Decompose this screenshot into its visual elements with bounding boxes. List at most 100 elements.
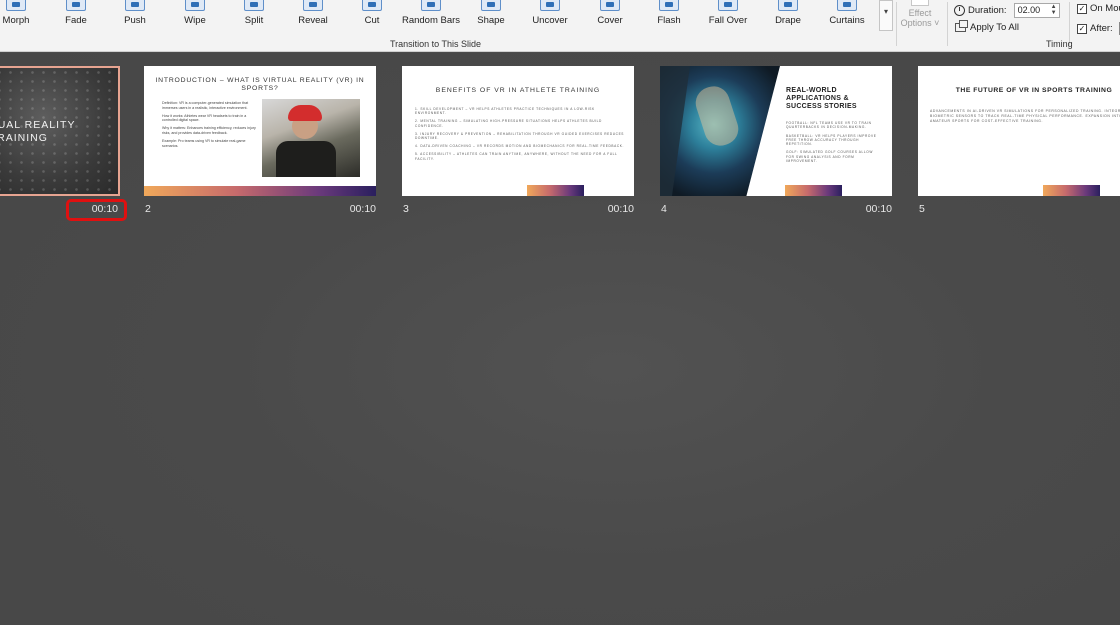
random-bars-icon <box>421 0 441 11</box>
duration-spinner-icon[interactable]: ▲ ▼ <box>1051 4 1057 16</box>
transition-label: Push <box>124 15 146 26</box>
effect-options-icon <box>911 0 929 6</box>
effect-options-label-1: Effect <box>908 8 932 18</box>
apply-to-all-icon <box>955 20 968 32</box>
slide-paragraph: Definition: VR is a computer-generated s… <box>162 101 249 110</box>
transition-cut[interactable]: Cut <box>344 0 400 30</box>
slide-title-line: SUCCESS STORIES <box>786 103 857 110</box>
on-mouse-click-checkbox[interactable]: ✓ On Mou <box>1077 3 1120 14</box>
transition-fall-over[interactable]: Fall Over <box>700 0 756 30</box>
slide-title: THE FUTURE OF VR IN SPORTS TRAINING <box>955 87 1113 94</box>
transitions-ribbon: Morph Fade Push Wipe Split Reveal Cut Ra… <box>0 0 1120 52</box>
transition-wipe[interactable]: Wipe <box>167 0 223 30</box>
slide-thumbnail-1[interactable]: IRTUAL REALITY E TRAINING <box>0 66 120 196</box>
slide-body: Definition: VR is a computer-generated s… <box>162 101 258 151</box>
split-icon <box>244 0 264 11</box>
uncover-icon <box>540 0 560 11</box>
transition-cover[interactable]: Cover <box>582 0 638 30</box>
timing-group-label: Timing <box>1046 39 1073 49</box>
transition-label: Cut <box>364 15 380 26</box>
ribbon-divider <box>896 2 897 46</box>
gallery-more-button[interactable]: ▾ <box>879 0 893 31</box>
transition-shape[interactable]: Shape <box>463 0 519 30</box>
slide-title-line: REAL-WORLD <box>786 87 837 94</box>
duration-label: Duration: <box>968 4 1007 16</box>
transition-label: Morph <box>2 15 30 26</box>
transition-split[interactable]: Split <box>226 0 282 30</box>
apply-to-all-button[interactable]: Apply To All <box>955 20 1019 33</box>
effect-options-button[interactable]: Effect Options ˅ <box>900 0 940 28</box>
slide-number-5: 5 <box>919 203 925 215</box>
ribbon-divider <box>947 2 948 46</box>
apply-to-all-label: Apply To All <box>970 22 1019 33</box>
transition-label: Fall Over <box>708 15 748 26</box>
transition-label: Fade <box>65 15 87 26</box>
slide-body: 1. SKILL DEVELOPMENT – VR HELPS ATHLETES… <box>415 107 625 165</box>
slide-gradient-bar <box>1043 185 1100 196</box>
transition-label: Reveal <box>298 15 328 26</box>
transition-curtains[interactable]: Curtains <box>819 0 875 30</box>
on-mouse-click-label: On Mou <box>1090 3 1120 14</box>
annotation-highlight-box <box>66 199 127 221</box>
shape-icon <box>481 0 501 11</box>
slide-title-line: E TRAINING <box>0 132 48 144</box>
reveal-icon <box>303 0 323 11</box>
slide-thumbnail-4[interactable]: REAL-WORLD APPLICATIONS & SUCCESS STORIE… <box>660 66 892 196</box>
fall-over-icon <box>718 0 738 11</box>
after-label: After: <box>1090 23 1113 34</box>
transition-label: Drape <box>775 15 801 26</box>
slide-body: ADVANCEMENTS IN AI-DRIVEN VR SIMULATIONS… <box>930 109 1120 123</box>
effect-options-label-2: Options ˅ <box>900 18 940 28</box>
slide-bullet: 1. SKILL DEVELOPMENT – VR HELPS ATHLETES… <box>415 107 595 116</box>
slide-paragraph: Example: Pro teams using VR to simulate … <box>162 138 246 148</box>
transition-uncover[interactable]: Uncover <box>522 0 578 30</box>
cover-icon <box>600 0 620 11</box>
slide-photo-athlete-vr <box>262 99 360 177</box>
transition-push[interactable]: Push <box>107 0 163 30</box>
push-icon <box>125 0 145 11</box>
slide-number-3: 3 <box>403 203 409 215</box>
slide-bullet: FOOTBALL: NFL TEAMS USE VR TO TRAIN QUAR… <box>786 121 872 130</box>
checkbox-checked-icon: ✓ <box>1077 23 1087 34</box>
flash-icon <box>659 0 679 11</box>
slide-number-2: 2 <box>145 203 151 215</box>
slide-bullet: 3. INJURY RECOVERY & PREVENTION – REHABI… <box>415 131 625 141</box>
slide-gradient-bar <box>785 185 842 196</box>
slide-bullet: 4. DATA-DRIVEN COACHING – VR RECORDS MOT… <box>415 144 624 149</box>
photo-helmet <box>288 105 322 121</box>
slide-paragraph: Why it matters: Enhances training effici… <box>162 126 256 135</box>
transition-flash[interactable]: Flash <box>641 0 697 30</box>
transition-gallery: Morph Fade Push Wipe Split Reveal Cut Ra… <box>0 0 895 36</box>
slide-title: INTRODUCTION – WHAT IS VIRTUAL REALITY (… <box>155 77 365 92</box>
transition-drape[interactable]: Drape <box>760 0 816 30</box>
slide-bullet: 2. MENTAL TRAINING – SIMULATING HIGH-PRE… <box>415 119 602 128</box>
transition-random-bars[interactable]: Random Bars <box>398 0 464 30</box>
curtains-icon <box>837 0 857 11</box>
slide-time-3: 00:10 <box>607 203 634 215</box>
slide-thumbnail-2[interactable]: INTRODUCTION – WHAT IS VIRTUAL REALITY (… <box>144 66 376 196</box>
transition-fade[interactable]: Fade <box>48 0 104 30</box>
slide-thumbnail-5[interactable]: THE FUTURE OF VR IN SPORTS TRAINING ADVA… <box>918 66 1120 196</box>
transition-label: Curtains <box>829 15 865 26</box>
slide-title-line: IRTUAL REALITY <box>0 119 76 131</box>
clock-icon <box>954 4 965 16</box>
after-checkbox[interactable]: ✓ After: <box>1077 22 1120 35</box>
slide-bullet: 5. ACCESSIBILITY – ATHLETES CAN TRAIN AN… <box>415 152 618 161</box>
drape-icon <box>778 0 798 11</box>
transition-label: Random Bars <box>401 15 461 26</box>
slide-title-line: APPLICATIONS & <box>786 95 849 102</box>
slide-thumbnail-3[interactable]: BENEFITS OF VR IN ATHLETE TRAINING 1. SK… <box>402 66 634 196</box>
wipe-icon <box>185 0 205 11</box>
transition-group-label: Transition to This Slide <box>390 39 482 49</box>
slide-title: IRTUAL REALITY E TRAINING <box>0 119 75 145</box>
transition-reveal[interactable]: Reveal <box>285 0 341 30</box>
slide-bullet: BASKETBALL: VR HELPS PLAYERS IMPROVE FRE… <box>786 133 877 147</box>
slide-paragraph: How it works: Athletes wear VR headsets … <box>162 113 247 123</box>
transition-morph[interactable]: Morph <box>0 0 44 30</box>
checkbox-checked-icon: ✓ <box>1077 3 1087 14</box>
slide-bullet: GOLF: SIMULATED GOLF COURSES ALLOW FOR S… <box>786 150 873 164</box>
slide-title: BENEFITS OF VR IN ATHLETE TRAINING <box>435 87 601 94</box>
duration-input[interactable]: 02.00 ▲ ▼ <box>1013 2 1060 18</box>
slide-time-4: 00:10 <box>865 203 892 215</box>
duration-value: 02.00 <box>1017 4 1041 15</box>
